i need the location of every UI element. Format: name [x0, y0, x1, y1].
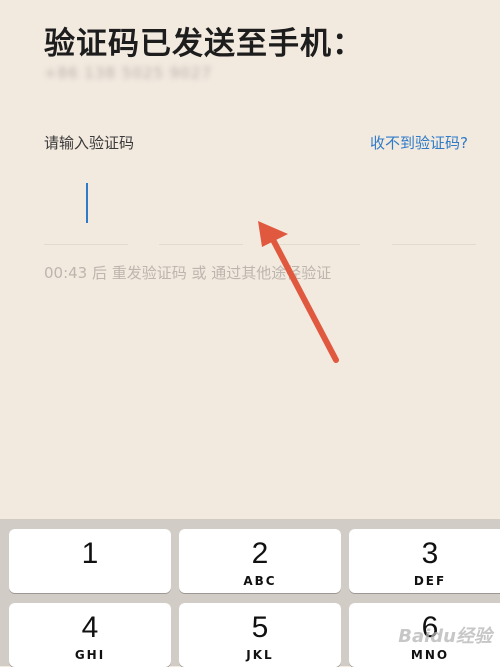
key-letters: DEF	[413, 574, 447, 588]
key-letters: MNO	[410, 648, 450, 662]
key-3[interactable]: 3 DEF	[349, 529, 500, 593]
code-box-1[interactable]	[44, 178, 128, 245]
code-box-3[interactable]	[276, 178, 360, 245]
key-letters: ABC	[243, 574, 277, 588]
text-cursor	[86, 183, 88, 223]
resend-info: 00:43 后 重发验证码 或 通过其他途径验证	[44, 264, 332, 282]
page-title: 验证码已发送至手机：	[44, 26, 364, 62]
key-1[interactable]: 1	[9, 529, 171, 593]
key-number: 5	[251, 611, 269, 644]
watermark-logo: Baidu经验	[398, 626, 492, 647]
code-box-4[interactable]	[392, 178, 476, 245]
code-box-2[interactable]	[159, 178, 243, 245]
key-4[interactable]: 4 GHI	[9, 603, 171, 667]
key-number: 2	[251, 537, 269, 570]
phone-number: +86 138 5025 9027	[44, 64, 212, 82]
no-code-link[interactable]: 收不到验证码?	[370, 132, 468, 153]
code-label: 请输入验证码	[44, 134, 135, 152]
key-2[interactable]: 2 ABC	[179, 529, 341, 593]
key-number: 4	[81, 611, 99, 644]
key-number: 3	[421, 537, 439, 570]
key-number: 1	[81, 537, 99, 570]
key-letters: JKL	[246, 648, 274, 662]
key-5[interactable]: 5 JKL	[179, 603, 341, 667]
key-letters: GHI	[74, 648, 106, 662]
code-input-row[interactable]	[44, 178, 476, 246]
